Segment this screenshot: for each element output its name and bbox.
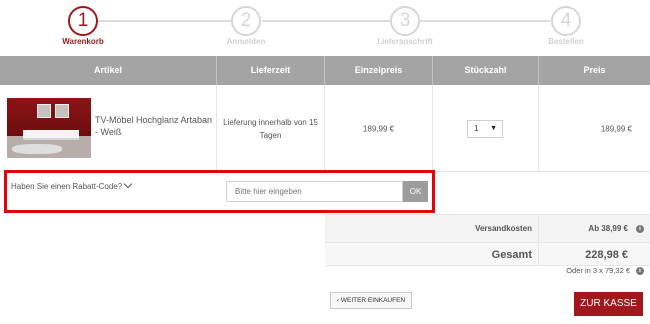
step-order: 4 Bestellen	[516, 6, 616, 46]
delivery-time: Lieferung innerhalb von 15 Tagen	[223, 117, 318, 140]
item-unit-price-cell: 189,99 €	[325, 85, 433, 172]
step-label: Lieferanschrift	[377, 37, 433, 46]
step-number: 2	[231, 6, 261, 36]
info-icon[interactable]: i	[636, 266, 644, 275]
total-amount: 228,98 €	[539, 243, 650, 265]
continue-shopping-button[interactable]: ‹ WEITER EINKAUFEN	[330, 292, 412, 309]
caret-down-icon: ▼	[490, 125, 497, 132]
header-unit-price: Einzelpreis	[325, 56, 433, 85]
shipping-cost: Ab 38,99 € i	[539, 215, 650, 242]
item-article-cell: TV-Möbel Hochglanz Artaban - Weiß	[0, 85, 217, 172]
step-cart: 1 Warenkorb	[33, 6, 133, 46]
cart-item-row: TV-Möbel Hochglanz Artaban - Weiß Liefer…	[0, 85, 650, 172]
quantity-value: 1	[474, 124, 479, 133]
item-price-cell: 189,99 €	[539, 85, 650, 172]
chevron-down-icon	[123, 179, 133, 189]
header-quantity: Stückzahl	[433, 56, 539, 85]
total-label: Gesamt	[325, 243, 539, 265]
shipping-row: Versandkosten Ab 38,99 € i	[325, 214, 650, 242]
checkout-progress: 1 Warenkorb 2 Anmelden 3 Lieferanschrift…	[0, 0, 650, 56]
step-login: 2 Anmelden	[196, 6, 296, 46]
step-number: 4	[551, 6, 581, 36]
step-label: Warenkorb	[62, 37, 104, 46]
total-value: 228,98 €	[585, 249, 628, 261]
step-address: 3 Lieferanschrift	[355, 6, 455, 46]
total-row: Gesamt 228,98 €	[325, 242, 650, 266]
order-totals: Versandkosten Ab 38,99 € i Gesamt 228,98…	[325, 214, 650, 266]
product-name-link[interactable]: TV-Möbel Hochglanz Artaban - Weiß	[95, 114, 215, 138]
cart-table-header: Artikel Lieferzeit Einzelpreis Stückzahl…	[0, 56, 650, 85]
quantity-select[interactable]: 1 ▼	[467, 120, 503, 138]
installment-text: Oder in 3 x 79,32 €	[566, 266, 630, 275]
header-delivery: Lieferzeit	[217, 56, 325, 85]
coupon-section: Haben Sie einen Rabatt-Code? OK	[4, 170, 435, 213]
header-article: Artikel	[0, 56, 217, 85]
coupon-ok-button[interactable]: OK	[403, 181, 428, 202]
installment-note: Oder in 3 x 79,32 € i	[566, 266, 644, 275]
shipping-value: Ab 38,99 €	[588, 224, 628, 233]
continue-shopping-label: WEITER EINKAUFEN	[340, 297, 406, 304]
info-icon[interactable]: i	[636, 224, 644, 233]
checkout-button[interactable]: ZUR KASSE	[574, 292, 643, 316]
product-image[interactable]	[7, 98, 91, 158]
coupon-label: Haben Sie einen Rabatt-Code?	[11, 182, 123, 191]
step-number: 3	[390, 6, 420, 36]
line-price: 189,99 €	[600, 124, 632, 133]
step-label: Anmelden	[226, 37, 266, 46]
coupon-toggle[interactable]: Haben Sie einen Rabatt-Code?	[11, 179, 133, 191]
shipping-label: Versandkosten	[325, 215, 539, 242]
step-number: 1	[68, 6, 98, 36]
header-price: Preis	[583, 65, 606, 75]
step-label: Bestellen	[548, 37, 584, 46]
unit-price: 189,99 €	[362, 124, 395, 133]
coupon-code-input[interactable]	[226, 181, 403, 202]
item-delivery-cell: Lieferung innerhalb von 15 Tagen	[217, 85, 325, 172]
